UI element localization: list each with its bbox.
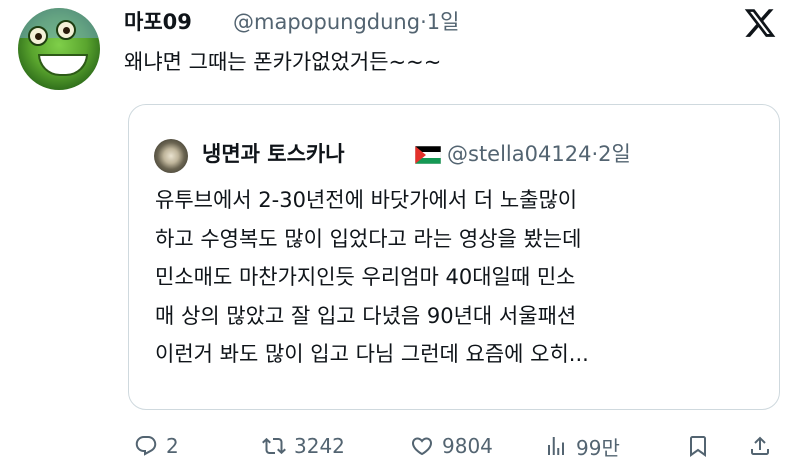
author-name[interactable]: 마포09 <box>124 6 192 36</box>
bookmark-button[interactable] <box>686 428 710 464</box>
share-icon <box>751 436 769 455</box>
quoted-handle-meta[interactable]: @stella04124·2일 <box>447 138 631 168</box>
avatar-eye-right <box>56 20 76 40</box>
action-bar: 2 3242 9804 99만 <box>0 428 800 464</box>
quoted-text-line: 매 상의 많았고 잘 입고 다녔음 90년대 서울패션 <box>155 303 577 328</box>
repost-count: 3242 <box>294 434 345 458</box>
repost-button[interactable]: 3242 <box>262 428 345 464</box>
x-logo-icon[interactable] <box>742 6 778 40</box>
quoted-text-line: 민소매도 마찬가지인듯 우리엄마 40대일때 민소 <box>155 265 576 289</box>
reply-icon <box>135 436 157 456</box>
quoted-text-line: 유투브에서 2-30년전에 바닷가에서 더 노출많이 <box>155 188 578 212</box>
quoted-tweet-text: 유투브에서 2-30년전에 바닷가에서 더 노출많이 하고 수영복도 많이 입었… <box>155 181 765 374</box>
avatar-eye-left <box>28 26 48 46</box>
avatar-mouth <box>38 54 88 76</box>
quoted-text-line: 이런거 봐도 많이 입고 다님 그런데 요즘에 오히... <box>155 342 589 366</box>
tweet-text: 왜냐면 그때는 폰카가없었거든~~~ <box>124 50 442 74</box>
repost-icon <box>262 437 286 455</box>
views-count: 99만 <box>576 435 620 460</box>
heart-icon <box>411 437 433 456</box>
author-handle-meta[interactable]: @mapopungdung·1일 <box>233 6 459 36</box>
author-avatar[interactable] <box>18 8 100 90</box>
share-button[interactable] <box>748 428 772 464</box>
author-handle[interactable]: @mapopungdung <box>233 10 420 34</box>
quoted-author-name[interactable]: 냉면과 토스카나 <box>202 138 345 168</box>
bookmark-icon <box>690 436 706 457</box>
tweet-time[interactable]: 1일 <box>427 10 460 34</box>
reply-count: 2 <box>166 434 179 458</box>
meta-separator: · <box>420 10 427 34</box>
like-count: 9804 <box>442 434 493 458</box>
quoted-author-avatar[interactable] <box>154 139 188 173</box>
quoted-tweet-card[interactable]: 냉면과 토스카나 @stella04124·2일 유투브에서 2-30년전에 바… <box>128 104 780 410</box>
analytics-icon <box>548 437 564 455</box>
palestine-flag-icon <box>415 146 441 164</box>
reply-button[interactable]: 2 <box>134 428 179 464</box>
quoted-author-handle[interactable]: @stella04124 <box>447 142 591 166</box>
like-button[interactable]: 9804 <box>410 428 493 464</box>
quoted-text-line: 하고 수영복도 많이 입었다고 라는 영상을 봤는데 <box>155 226 582 251</box>
quoted-tweet-time[interactable]: 2일 <box>598 142 631 166</box>
views-button[interactable]: 99만 <box>544 428 620 464</box>
